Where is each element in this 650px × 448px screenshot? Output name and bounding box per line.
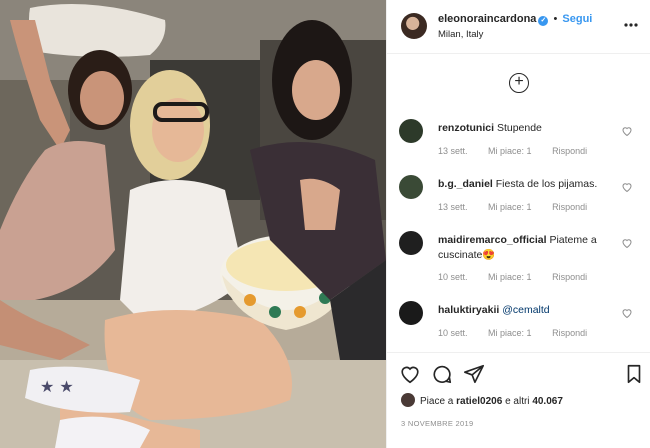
post-image: ★ ★ xyxy=(0,0,386,448)
comment-meta: 10 sett. Mi piace: 1 Rispondi xyxy=(438,328,605,338)
likes-count[interactable]: 40.067 xyxy=(532,396,563,407)
heart-icon[interactable] xyxy=(399,363,421,385)
reply-link[interactable]: Rispondi xyxy=(552,202,587,212)
location-link[interactable]: Milan, Italy xyxy=(438,29,483,40)
comment-likes[interactable]: Mi piace: 1 xyxy=(488,146,532,156)
comment-likes[interactable]: Mi piace: 1 xyxy=(488,328,532,338)
post-header: eleonoraincardona ✓ • Segui Milan, Italy xyxy=(387,0,650,54)
separator-dot: • xyxy=(553,13,558,25)
likes-prefix: Piace a xyxy=(420,396,454,407)
comment-date: 10 sett. xyxy=(438,328,468,338)
commenter-avatar[interactable] xyxy=(399,301,423,325)
comment-meta: 10 sett. Mi piace: 1 Rispondi xyxy=(438,272,605,282)
commenter-username[interactable]: maidiremarco_official xyxy=(438,234,547,246)
comment-text: haluktiryakii @cemaltd xyxy=(438,303,620,318)
comment-likes[interactable]: Mi piace: 1 xyxy=(488,202,532,212)
likes-summary: Piace a ratiel0206 e altri 40.067 xyxy=(401,393,563,407)
heart-icon[interactable] xyxy=(621,125,633,137)
comment-date: 13 sett. xyxy=(438,146,468,156)
more-horizontal-icon[interactable] xyxy=(624,14,638,30)
heart-icon[interactable] xyxy=(621,307,633,319)
heart-icon[interactable] xyxy=(621,237,633,249)
svg-text:★ ★: ★ ★ xyxy=(40,377,74,396)
comment-meta: 13 sett. Mi piace: 1 Rispondi xyxy=(438,202,605,212)
comment-icon[interactable] xyxy=(431,363,453,385)
bookmark-icon[interactable] xyxy=(623,363,645,385)
post-side-panel: eleonoraincardona ✓ • Segui Milan, Italy … xyxy=(386,0,650,448)
likes-middle: e altri xyxy=(505,396,530,407)
comment-meta: 13 sett. Mi piace: 1 Rispondi xyxy=(438,146,605,156)
comment-date: 10 sett. xyxy=(438,272,468,282)
reply-link[interactable]: Rispondi xyxy=(552,272,587,282)
follow-button[interactable]: Segui xyxy=(562,13,592,25)
author-username[interactable]: eleonoraincardona xyxy=(438,13,536,25)
commenter-username[interactable]: renzotunici xyxy=(438,122,494,134)
reply-link[interactable]: Rispondi xyxy=(552,328,587,338)
commenter-avatar[interactable] xyxy=(399,231,423,255)
comment-date: 13 sett. xyxy=(438,202,468,212)
commenter-avatar[interactable] xyxy=(399,119,423,143)
post-photo[interactable]: ★ ★ xyxy=(0,0,386,448)
comment-text: maidiremarco_official Piateme a cuscinat… xyxy=(438,233,620,263)
plus-circle-icon[interactable]: + xyxy=(509,73,529,93)
post-date: 3 NOVEMBRE 2019 xyxy=(401,419,474,428)
commenter-avatar[interactable] xyxy=(399,175,423,199)
author-line: eleonoraincardona ✓ • Segui xyxy=(438,13,592,26)
verified-badge-icon: ✓ xyxy=(538,16,549,26)
reply-link[interactable]: Rispondi xyxy=(552,146,587,156)
comment-body: Stupende xyxy=(496,122,542,134)
comment-text: renzotunici Stupende xyxy=(438,121,620,136)
post-footer: Piace a ratiel0206 e altri 40.067 3 NOVE… xyxy=(387,352,650,448)
comment-mention-link[interactable]: @cemaltd xyxy=(502,304,549,316)
comment-text: b.g._daniel Fiesta de los pijamas. xyxy=(438,177,620,192)
commenter-username[interactable]: b.g._daniel xyxy=(438,178,493,190)
comment-likes[interactable]: Mi piace: 1 xyxy=(488,272,532,282)
share-icon[interactable] xyxy=(463,363,485,385)
author-avatar[interactable] xyxy=(401,13,427,39)
commenter-username[interactable]: haluktiryakii xyxy=(438,304,499,316)
heart-icon[interactable] xyxy=(621,181,633,193)
liker-avatar xyxy=(401,393,415,407)
liker-username[interactable]: ratiel0206 xyxy=(456,396,502,407)
comment-body: Fiesta de los pijamas. xyxy=(495,178,598,190)
